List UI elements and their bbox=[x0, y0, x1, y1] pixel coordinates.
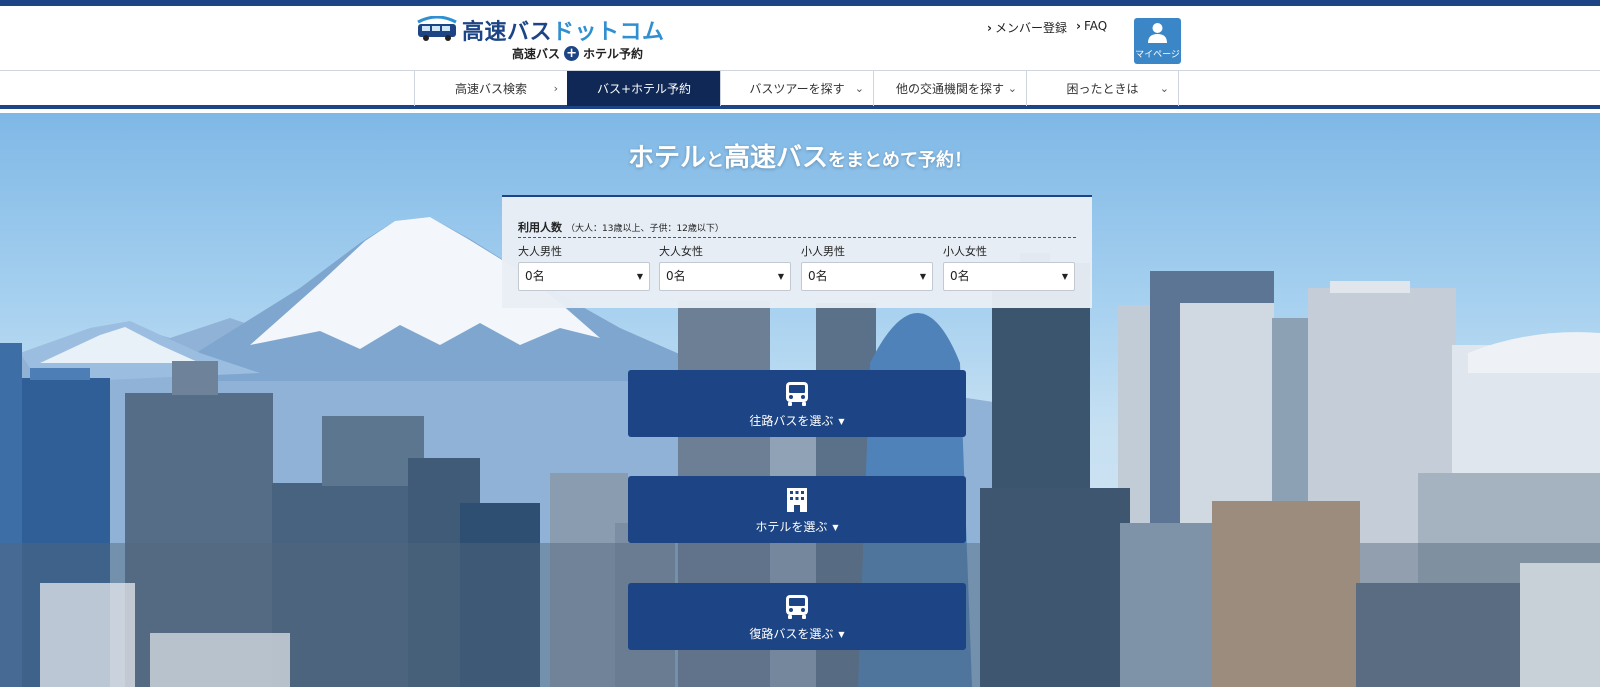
chevron-right-icon: › bbox=[553, 82, 558, 95]
chevron-right-icon: › bbox=[987, 21, 992, 35]
faq-link[interactable]: › FAQ bbox=[1076, 19, 1107, 33]
field-label: 小人女性 bbox=[943, 245, 987, 258]
nav-item-label: 高速バス検索 bbox=[454, 82, 527, 96]
hero-title-hotel: ホテル bbox=[627, 143, 706, 173]
nav-item-bus-search[interactable]: 高速バス検索 › bbox=[414, 71, 567, 106]
main-nav: 高速バス検索 › バス+ホテル予約 バスツアーを探す ⌄ 他の交通機関を探す ⌄… bbox=[0, 70, 1600, 109]
nav-item-label: 困ったときは bbox=[1066, 82, 1139, 96]
mypage-label: マイページ bbox=[1135, 50, 1180, 60]
passenger-field-child-male: 小人男性 0名 ▼ bbox=[801, 243, 933, 291]
passenger-field-adult-male: 大人男性 0名 ▼ bbox=[518, 243, 650, 291]
member-register-label: メンバー登録 bbox=[994, 21, 1067, 35]
nav-items: 高速バス検索 › バス+ホテル予約 バスツアーを探す ⌄ 他の交通機関を探す ⌄… bbox=[414, 71, 1179, 106]
field-label: 大人女性 bbox=[659, 245, 703, 258]
hero-title-tail: をまとめて予約！ bbox=[828, 150, 973, 171]
logo-bus-icon bbox=[417, 16, 457, 41]
hero-title-and: と bbox=[706, 150, 724, 171]
faq-label: FAQ bbox=[1083, 19, 1108, 33]
select-return-bus-button[interactable]: 復路バスを選ぶ ▼ bbox=[628, 583, 966, 650]
adult-male-select[interactable]: 0名 ▼ bbox=[518, 262, 650, 291]
select-value: 0名 bbox=[808, 269, 828, 283]
passenger-age-note: （大人：13歳以上、子供：12歳以下） bbox=[566, 224, 724, 234]
chevron-down-icon: ⌄ bbox=[854, 82, 864, 95]
child-female-select[interactable]: 0名 ▼ bbox=[943, 262, 1075, 291]
hotel-label-text: ホテルを選ぶ bbox=[755, 520, 828, 534]
return-label: 復路バスを選ぶ ▼ bbox=[628, 625, 966, 642]
logo-subtitle: 高速バス + ホテル予約 bbox=[512, 45, 643, 62]
outbound-label: 往路バスを選ぶ ▼ bbox=[628, 412, 966, 429]
return-label-text: 復路バスを選ぶ bbox=[749, 627, 834, 641]
field-label: 大人男性 bbox=[518, 245, 562, 258]
site-logo[interactable]: 高速バスドットコム 高速バス + ホテル予約 bbox=[414, 12, 664, 64]
hero-title-bus: 高速バス bbox=[724, 143, 829, 173]
nav-item-label: バスツアーを探す bbox=[749, 82, 845, 96]
member-register-link[interactable]: › メンバー登録 bbox=[987, 19, 1067, 36]
select-value: 0名 bbox=[950, 269, 970, 283]
passenger-panel: 利用人数 （大人：13歳以上、子供：12歳以下） 大人男性 0名 ▼ 大人女性 0… bbox=[502, 195, 1092, 308]
logo-title: 高速バスドットコム bbox=[462, 14, 665, 46]
nav-item-bus-hotel[interactable]: バス+ホテル予約 bbox=[567, 71, 720, 106]
user-icon bbox=[1148, 23, 1167, 43]
caret-down-icon: ▼ bbox=[636, 272, 643, 281]
chevron-down-icon: ▼ bbox=[832, 523, 839, 532]
nav-item-help[interactable]: 困ったときは ⌄ bbox=[1026, 71, 1179, 106]
bus-icon bbox=[786, 382, 808, 406]
passenger-field-adult-female: 大人女性 0名 ▼ bbox=[659, 243, 791, 291]
nav-item-other-transport[interactable]: 他の交通機関を探す ⌄ bbox=[873, 71, 1026, 106]
building-icon bbox=[787, 488, 807, 512]
child-male-select[interactable]: 0名 ▼ bbox=[801, 262, 933, 291]
bus-icon bbox=[786, 595, 808, 619]
logo-title-accent: ドットコム bbox=[552, 20, 665, 45]
passenger-heading: 利用人数 （大人：13歳以上、子供：12歳以下） bbox=[518, 219, 724, 235]
chevron-right-icon: › bbox=[1076, 19, 1081, 33]
plus-icon: + bbox=[564, 46, 580, 61]
chevron-down-icon: ⌄ bbox=[1159, 82, 1169, 95]
select-hotel-button[interactable]: ホテルを選ぶ ▼ bbox=[628, 476, 966, 543]
chevron-down-icon: ⌄ bbox=[1007, 82, 1017, 95]
field-label: 小人男性 bbox=[801, 245, 845, 258]
hero-section: ホテルと高速バスをまとめて予約！ 利用人数 （大人：13歳以上、子供：12歳以下）… bbox=[0, 113, 1600, 687]
select-value: 0名 bbox=[666, 269, 686, 283]
hero-title: ホテルと高速バスをまとめて予約！ bbox=[0, 137, 1600, 174]
caret-down-icon: ▼ bbox=[919, 272, 926, 281]
nav-item-bus-tour[interactable]: バスツアーを探す ⌄ bbox=[720, 71, 873, 106]
chevron-down-icon: ▼ bbox=[838, 630, 845, 639]
passenger-heading-label: 利用人数 bbox=[518, 221, 562, 234]
passenger-divider bbox=[518, 237, 1076, 238]
mypage-button[interactable]: マイページ bbox=[1134, 18, 1181, 64]
logo-title-main: 高速バス bbox=[462, 20, 553, 45]
nav-item-label: 他の交通機関を探す bbox=[895, 82, 1004, 96]
hotel-label: ホテルを選ぶ ▼ bbox=[628, 518, 966, 535]
nav-item-label: バス+ホテル予約 bbox=[596, 82, 692, 96]
select-value: 0名 bbox=[525, 269, 545, 283]
outbound-label-text: 往路バスを選ぶ bbox=[749, 414, 834, 428]
select-outbound-bus-button[interactable]: 往路バスを選ぶ ▼ bbox=[628, 370, 966, 437]
caret-down-icon: ▼ bbox=[1061, 272, 1068, 281]
passenger-field-child-female: 小人女性 0名 ▼ bbox=[943, 243, 1075, 291]
caret-down-icon: ▼ bbox=[777, 272, 784, 281]
logo-sub-left: 高速バス bbox=[512, 47, 561, 61]
logo-sub-right: ホテル予約 bbox=[583, 47, 644, 61]
site-header: 高速バスドットコム 高速バス + ホテル予約 › メンバー登録 › FAQ マイペー… bbox=[0, 6, 1600, 70]
adult-female-select[interactable]: 0名 ▼ bbox=[659, 262, 791, 291]
chevron-down-icon: ▼ bbox=[838, 417, 845, 426]
